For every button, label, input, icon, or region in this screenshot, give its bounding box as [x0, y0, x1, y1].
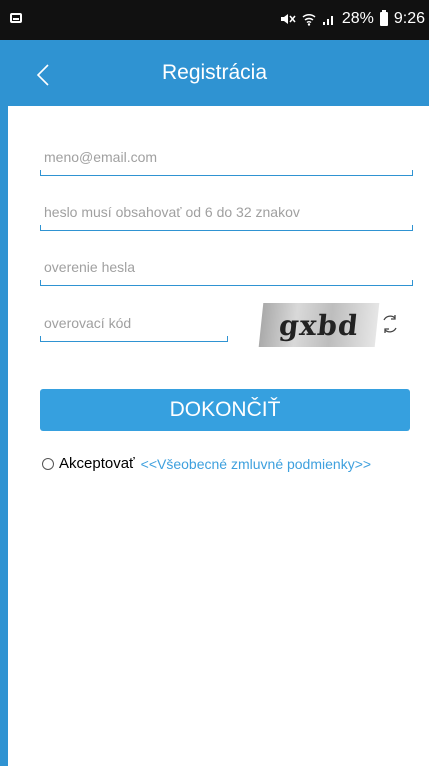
- confirm-password-underline: [40, 280, 413, 286]
- verification-code-field-wrapper: [40, 308, 228, 342]
- refresh-icon: [383, 315, 397, 333]
- terms-row: Akceptovať <<Všeobecné zmluvné podmienky…: [42, 455, 371, 472]
- confirm-password-field-wrapper: [40, 252, 413, 286]
- signal-icon: [322, 16, 333, 25]
- email-field[interactable]: [40, 142, 413, 172]
- submit-button[interactable]: DOKONČIŤ: [40, 389, 410, 431]
- email-field-wrapper: [40, 142, 413, 176]
- status-bar: 28% 9:26: [0, 0, 429, 40]
- email-underline: [40, 170, 413, 176]
- password-field-wrapper: [40, 197, 413, 231]
- status-icons: 28% 9:26: [280, 10, 425, 28]
- battery-percent: 28%: [341, 10, 374, 27]
- verification-code-field[interactable]: [40, 308, 228, 338]
- password-field[interactable]: [40, 197, 413, 227]
- clock: 9:26: [393, 10, 425, 27]
- password-underline: [40, 225, 413, 231]
- mute-icon: [280, 14, 296, 24]
- verification-code-underline: [40, 336, 228, 342]
- accept-terms-radio[interactable]: [42, 457, 54, 470]
- captcha-refresh-button[interactable]: [378, 312, 402, 336]
- captcha-image: gxbd: [258, 303, 380, 347]
- screenshot-icon: [10, 13, 22, 23]
- confirm-password-field[interactable]: [40, 252, 413, 282]
- wifi-icon: [302, 13, 316, 26]
- page-title: Registrácia: [161, 61, 268, 84]
- app-header: Registrácia: [0, 40, 429, 106]
- battery-icon: [379, 10, 388, 26]
- accept-terms-label[interactable]: Akceptovať: [59, 455, 135, 472]
- terms-link[interactable]: <<Všeobecné zmluvné podmienky>>: [141, 456, 371, 472]
- registration-form: gxbd DOKONČIŤ Akceptovať <<Všeobecné zml…: [8, 106, 429, 766]
